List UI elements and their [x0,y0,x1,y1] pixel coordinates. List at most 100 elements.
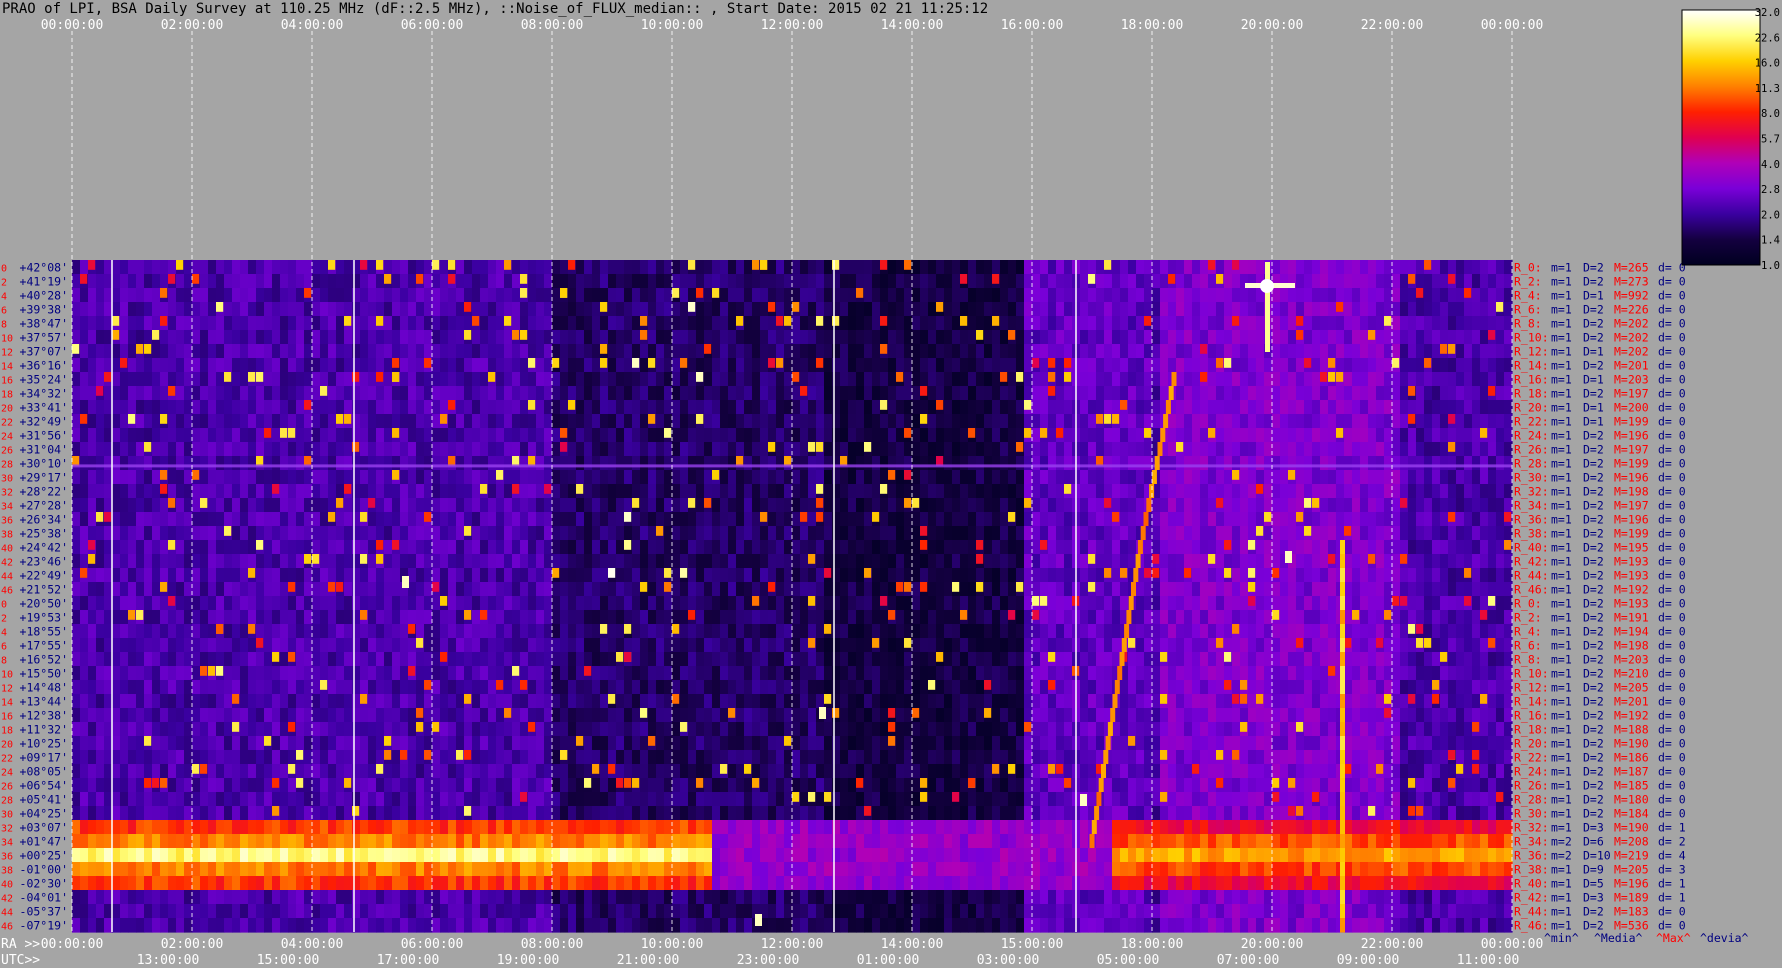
heatmap-cell [1040,414,1049,429]
heatmap-cell [920,344,929,359]
heatmap-cell [592,442,601,457]
heatmap-cell [544,414,553,429]
heatmap-cell [1112,386,1121,401]
heatmap-cell [792,358,801,373]
heatmap-cell [1232,302,1241,317]
heatmap-cell [904,596,913,611]
heatmap-cell [312,512,321,527]
heatmap-cell [1000,358,1009,373]
heatmap-cell [792,512,801,527]
heatmap-cell [792,260,801,275]
heatmap-cell [1216,316,1225,331]
heatmap-cell [696,624,705,639]
heatmap-cell [1224,610,1233,625]
heatmap-cell [1200,358,1209,373]
heatmap-cell [80,596,89,611]
heatmap-cell [1304,400,1313,415]
heatmap-cell [568,540,577,555]
heatmap-cell [632,624,641,639]
heatmap-cell [240,400,249,415]
heatmap-cell [1016,484,1025,499]
heatmap-cell [1344,540,1353,555]
heatmap-cell [968,288,977,303]
heatmap-cell [600,596,609,611]
heatmap-cell [304,498,313,513]
heatmap-cell [248,442,257,457]
heatmap-cell [488,596,497,611]
heatmap-cell [1080,498,1089,513]
heatmap-cell [312,610,321,625]
heatmap-cell [608,400,617,415]
heatmap-cell [888,596,897,611]
heatmap-cell [1208,372,1217,387]
heatmap-cell [816,582,825,597]
heatmap-cell [1280,484,1289,499]
heatmap-cell [80,624,89,639]
heatmap-cell [1168,582,1177,597]
heatmap-cell [912,596,921,611]
heatmap-cell [240,344,249,359]
heatmap-cell [1168,442,1177,457]
heatmap-cell [1024,484,1033,499]
heatmap-cell [192,484,201,499]
heatmap-cell [464,596,473,611]
heatmap-cell [272,400,281,415]
heatmap-cell [712,526,721,541]
heatmap-cell [376,582,385,597]
heatmap-cell [968,610,977,625]
heatmap-cell [1504,428,1513,443]
heatmap-cell [1000,330,1009,345]
heatmap-cell [656,456,665,471]
heatmap-cell [360,386,369,401]
heatmap-cell [320,554,329,569]
heatmap-cell [1480,470,1489,485]
heatmap-cell [736,260,745,275]
heatmap-cell [672,274,681,289]
heatmap-cell [1424,316,1433,331]
heatmap-cell [568,428,577,443]
heatmap-cell [672,260,681,275]
heatmap-cell [968,512,977,527]
heatmap-cell [656,344,665,359]
heatmap-cell [920,274,929,289]
heatmap-cell [1448,288,1457,303]
heatmap-cell [1440,442,1449,457]
heatmap-cell [1448,554,1457,569]
heatmap-cell [992,526,1001,541]
heatmap-cell [776,610,785,625]
heatmap-cell [360,624,369,639]
heatmap-cell [920,456,929,471]
heatmap-cell [488,428,497,443]
heatmap-cell [1496,442,1505,457]
heatmap-cell [280,540,289,555]
heatmap-cell [576,330,585,345]
heatmap-cell [840,302,849,317]
heatmap-cell [808,288,817,303]
heatmap-cell [1232,512,1241,527]
heatmap-cell [1192,498,1201,513]
heatmap-cell [1336,260,1345,275]
heatmap-cell [1336,274,1345,289]
heatmap-cell [984,512,993,527]
heatmap-cell [1376,330,1385,345]
heatmap-cell [424,442,433,457]
heatmap-cell [152,288,161,303]
heatmap-cell [1424,274,1433,289]
heatmap-cell [1176,526,1185,541]
heatmap-cell [1240,358,1249,373]
heatmap-cell [576,596,585,611]
heatmap-cell [1040,624,1049,639]
heatmap-cell [560,470,569,485]
heatmap-cell [608,596,617,611]
heatmap-cell [176,638,185,653]
heatmap-cell [232,540,241,555]
heatmap-cell [160,358,169,373]
heatmap-cell [312,456,321,471]
heatmap-cell [768,428,777,443]
heatmap-cell [1280,596,1289,611]
heatmap-cell [464,638,473,653]
heatmap-cell [688,442,697,457]
heatmap-cell [728,316,737,331]
heatmap-cell [1240,624,1249,639]
heatmap-cell [664,610,673,625]
